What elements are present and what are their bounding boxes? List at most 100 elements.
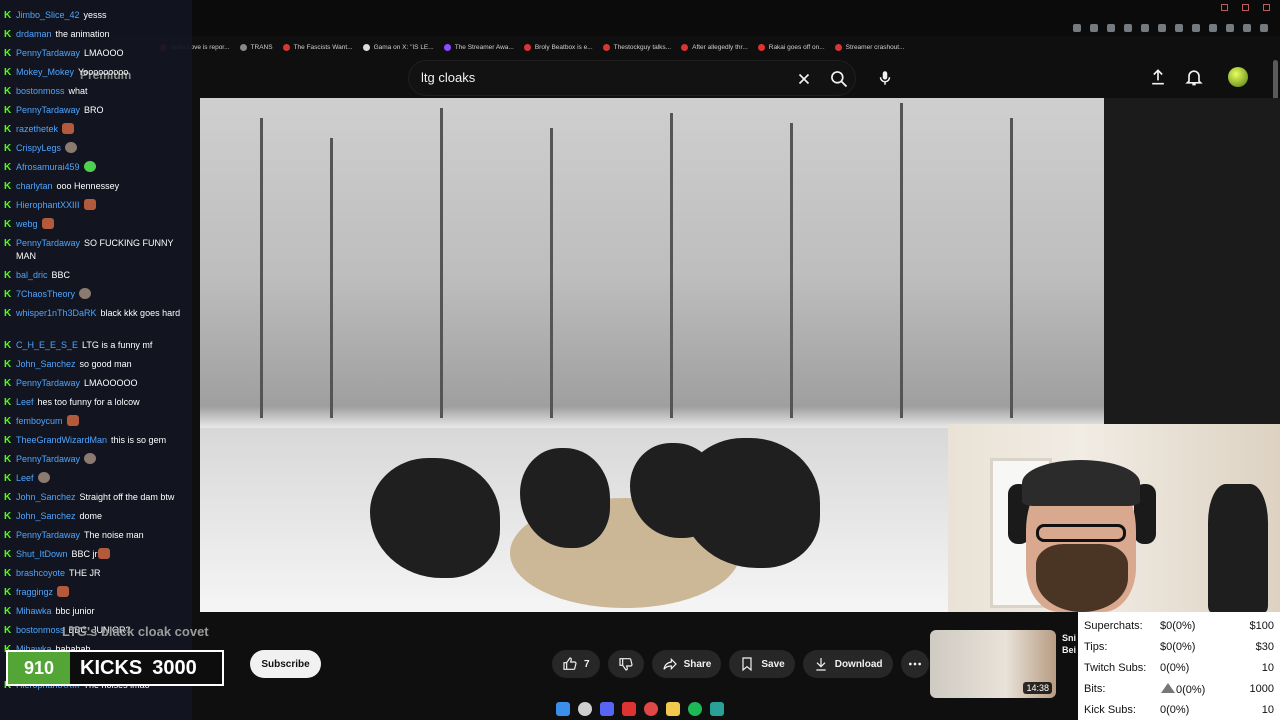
bookmark-label: Thestockguy talks...: [613, 43, 672, 51]
chat-text: BBC jr: [71, 549, 98, 559]
extension-icon[interactable]: [1107, 24, 1115, 32]
chat-username[interactable]: charlytan: [16, 181, 53, 191]
chat-username[interactable]: Mihawka: [16, 606, 52, 616]
chat-message: K Leef: [0, 472, 192, 491]
chat-username[interactable]: PennyTardaway: [16, 378, 80, 388]
chat-username[interactable]: PennyTardaway: [16, 238, 80, 248]
chat-username[interactable]: PennyTardaway: [16, 105, 80, 115]
voice-search-button[interactable]: [870, 60, 900, 96]
extension-icon[interactable]: [1090, 24, 1098, 32]
bookmark-icon[interactable]: [1175, 24, 1183, 32]
download-button[interactable]: Download: [802, 650, 893, 678]
browser-icon[interactable]: [644, 702, 658, 716]
chat-text: The noise man: [84, 530, 144, 540]
stat-label: Bits:: [1084, 682, 1106, 695]
bookmark-item[interactable]: Thestockguy talks...: [602, 40, 672, 54]
extension-icon[interactable]: [1141, 24, 1149, 32]
chat-username[interactable]: Afrosamurai459: [16, 162, 80, 172]
chat-username[interactable]: John_Sanchez: [16, 359, 76, 369]
bookmark-item[interactable]: The Fascists Want...: [282, 40, 353, 54]
like-button[interactable]: 7: [552, 650, 600, 678]
bookmark-item[interactable]: The Streamer Awa...: [443, 40, 514, 54]
save-button[interactable]: Save: [729, 650, 795, 678]
chat-username[interactable]: razethetek: [16, 124, 58, 134]
minimize-icon[interactable]: [1221, 4, 1228, 11]
chat-username[interactable]: TheeGrandWizardMan: [16, 435, 107, 445]
chat-username[interactable]: John_Sanchez: [16, 511, 76, 521]
video-duration: 14:38: [1023, 682, 1052, 694]
shield-icon[interactable]: [1124, 24, 1132, 32]
menu-icon[interactable]: [1260, 24, 1268, 32]
file-explorer-icon[interactable]: [666, 702, 680, 716]
chat-username[interactable]: HierophantXXIII: [16, 200, 80, 210]
play-icon[interactable]: [1158, 24, 1166, 32]
kick-badge-icon: K: [4, 67, 12, 78]
bookmark-item[interactable]: After allegedly thr...: [681, 40, 748, 54]
chat-text: yesss: [83, 10, 107, 20]
chat-username[interactable]: bostonmoss: [16, 86, 65, 96]
chat-username[interactable]: John_Sanchez: [16, 492, 76, 502]
extension-icon[interactable]: [1209, 24, 1217, 32]
chat-username[interactable]: PennyTardaway: [16, 454, 80, 464]
chat-username[interactable]: drdaman: [16, 29, 52, 39]
chat-message: K CrispyLegs: [0, 142, 192, 161]
chat-username[interactable]: CrispyLegs: [16, 143, 61, 153]
webcam-cap: [1022, 460, 1140, 506]
chat-message: K John_Sanchez so good man: [0, 358, 192, 377]
clear-search-icon[interactable]: [795, 70, 813, 88]
chat-username[interactable]: bal_dric: [16, 270, 48, 280]
heart-icon[interactable]: [1192, 24, 1200, 32]
chat-username[interactable]: PennyTardaway: [16, 48, 80, 58]
bookmark-favicon: [757, 43, 765, 51]
chat-text: bbc junior: [55, 606, 95, 616]
bookmark-label: Rakai goes off on...: [768, 43, 825, 51]
windows-start-icon[interactable]: [556, 702, 570, 716]
maximize-icon[interactable]: [1242, 4, 1249, 11]
dislike-button[interactable]: [607, 650, 644, 678]
kick-badge-icon: K: [4, 625, 12, 636]
chat-username[interactable]: whisper1nTh3DaRK: [16, 308, 97, 318]
chat-username[interactable]: Mokey_Mokey: [16, 67, 74, 77]
discord-icon[interactable]: [600, 702, 614, 716]
extension-icon[interactable]: [1226, 24, 1234, 32]
share-button[interactable]: Share: [651, 650, 722, 678]
chat-message: K HierophantXXIII: [0, 199, 192, 218]
chat-text: the animation: [55, 29, 110, 39]
chat-username[interactable]: Shut_ItDown: [16, 549, 68, 559]
zoom-icon[interactable]: [1073, 24, 1081, 32]
notifications-bell-icon[interactable]: [1184, 67, 1204, 87]
chat-username[interactable]: Leef: [16, 397, 34, 407]
account-avatar[interactable]: [1228, 67, 1248, 87]
chat-username[interactable]: PennyTardaway: [16, 530, 80, 540]
more-actions-button[interactable]: [900, 650, 929, 678]
chat-username[interactable]: brashcoyote: [16, 568, 65, 578]
bookmark-item[interactable]: Streamer crashout...: [834, 40, 905, 54]
bookmark-item[interactable]: Rakai goes off on...: [757, 40, 825, 54]
chat-username[interactable]: fraggingz: [16, 587, 53, 597]
app-icon[interactable]: [710, 702, 724, 716]
bookmark-favicon: [834, 43, 842, 51]
stat-value-text: 0(0%): [1176, 683, 1206, 696]
bookmark-item[interactable]: Gama on X: "IS LE...: [362, 40, 434, 54]
bookmark-item[interactable]: Broly Beatbox is e...: [523, 40, 593, 54]
chat-username[interactable]: femboycum: [16, 416, 63, 426]
chat-username[interactable]: C_H_E_E_S_E: [16, 340, 78, 350]
close-window-icon[interactable]: [1263, 4, 1270, 11]
kick-badge-icon: K: [4, 435, 12, 446]
bookmark-item[interactable]: TRANS: [239, 40, 273, 54]
search-icon[interactable]: [829, 69, 849, 89]
subscribe-button[interactable]: Subscribe: [250, 650, 321, 678]
search-input[interactable]: [421, 70, 781, 85]
recommended-video-thumbnail[interactable]: 14:38: [930, 630, 1056, 698]
chat-username[interactable]: Leef: [16, 473, 34, 483]
chat-username[interactable]: 7ChaosTheory: [16, 289, 75, 299]
spotify-icon[interactable]: [688, 702, 702, 716]
upload-icon[interactable]: [1148, 67, 1168, 87]
chat-username[interactable]: bostonmoss: [16, 625, 65, 635]
extension-icon[interactable]: [1243, 24, 1251, 32]
kick-badge-icon: K: [4, 606, 12, 617]
chat-username[interactable]: Jimbo_Slice_42: [16, 10, 80, 20]
chat-username[interactable]: webg: [16, 219, 38, 229]
app-icon[interactable]: [622, 702, 636, 716]
search-taskbar-icon[interactable]: [578, 702, 592, 716]
